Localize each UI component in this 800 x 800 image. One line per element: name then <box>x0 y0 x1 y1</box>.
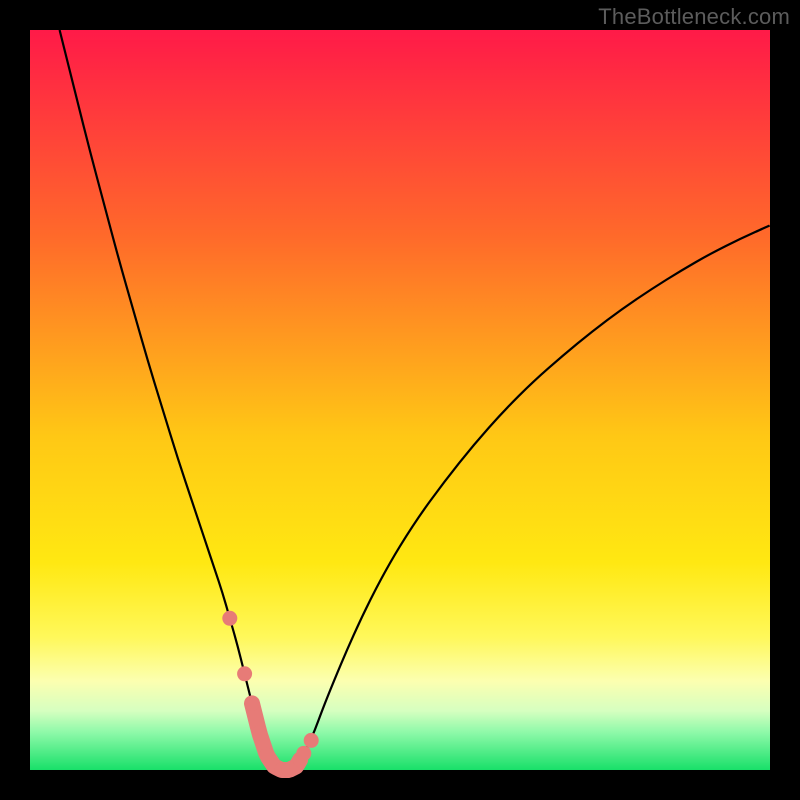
watermark-text: TheBottleneck.com <box>598 4 790 30</box>
highlight-point <box>222 611 237 626</box>
highlight-point <box>304 733 319 748</box>
highlight-point <box>296 746 311 761</box>
highlight-point <box>245 696 260 711</box>
highlight-point <box>252 726 267 741</box>
highlight-point <box>237 666 252 681</box>
chart-frame: TheBottleneck.com <box>0 0 800 800</box>
bottleneck-curve-line <box>60 30 770 770</box>
bottleneck-curve <box>30 30 770 770</box>
